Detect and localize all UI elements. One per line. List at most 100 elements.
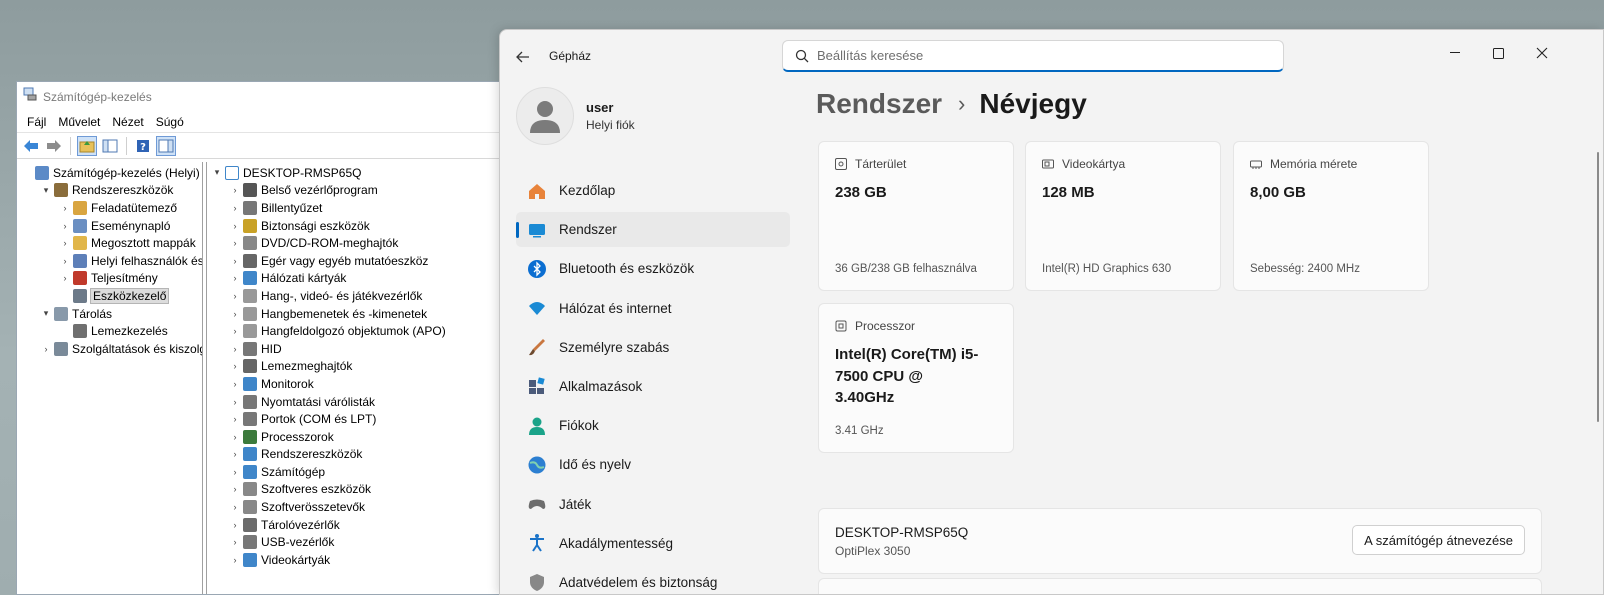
device-category[interactable]: › Lemezmeghajtók [207,358,515,376]
tree-item[interactable]: Eszközkezelő [17,287,202,305]
expand-icon[interactable]: › [229,272,241,284]
device-category[interactable]: › Hálózati kártyák [207,270,515,288]
device-category[interactable]: › Szoftveres eszközök [207,481,515,499]
expand-icon[interactable]: › [229,378,241,390]
expand-icon[interactable]: › [59,202,71,214]
nav-item-bluetooth[interactable]: Bluetooth és eszközök [516,251,790,286]
show-hide-console-tree-icon[interactable] [100,136,120,156]
device-category[interactable]: › USB-vezérlők [207,533,515,551]
expand-icon[interactable]: › [59,220,71,232]
device-category[interactable]: › Billentyűzet [207,199,515,217]
back-arrow-icon[interactable] [21,136,41,156]
user-profile[interactable]: user Helyi fiók [516,87,635,145]
device-category[interactable]: › Rendszereszközök [207,446,515,464]
expand-icon[interactable]: › [229,536,241,548]
device-category[interactable]: › Videokártyák [207,551,515,569]
expand-icon[interactable]: › [229,360,241,372]
up-folder-icon[interactable] [77,135,97,156]
device-category[interactable]: › Szoftverösszetevők [207,498,515,516]
nav-item-shield[interactable]: Adatvédelem és biztonság [516,565,790,594]
settings-titlebar[interactable]: Gépház [500,30,1603,82]
device-category[interactable]: › Monitorok [207,375,515,393]
nav-item-apps[interactable]: Alkalmazások [516,369,790,404]
expand-icon[interactable]: › [229,220,241,232]
expand-icon[interactable]: › [229,290,241,302]
help-icon[interactable]: ? [133,136,153,156]
tree-item[interactable]: ▾ Rendszereszközök [17,182,202,200]
collapse-icon[interactable]: ▾ [211,167,223,179]
mmc-titlebar[interactable]: Számítógép-kezelés [17,82,515,111]
tree-item[interactable]: › Szolgáltatások és kiszolgáló [17,340,202,358]
expand-icon[interactable]: › [229,184,241,196]
device-category[interactable]: › Egér vagy egyéb mutatóeszköz [207,252,515,270]
expand-icon[interactable]: › [229,325,241,337]
expand-icon[interactable]: › [59,255,71,267]
close-button[interactable] [1519,38,1565,68]
device-category[interactable]: › Hang-, videó- és játékvezérlők [207,287,515,305]
device-category[interactable]: › Számítógép [207,463,515,481]
expand-icon[interactable]: › [229,255,241,267]
minimize-button[interactable] [1432,38,1478,68]
forward-arrow-icon[interactable] [44,136,64,156]
tree-item[interactable]: › Eseménynapló [17,217,202,235]
device-category[interactable]: › Portok (COM és LPT) [207,410,515,428]
collapse-icon[interactable]: ▾ [40,308,52,320]
memory-card[interactable]: Memória mérete 8,00 GB Sebesség: 2400 MH… [1233,141,1429,291]
show-hide-action-pane-icon[interactable] [156,135,176,156]
expand-icon[interactable]: › [59,272,71,284]
expand-icon[interactable]: › [229,448,241,460]
nav-item-gamepad[interactable]: Játék [516,487,790,522]
console-tree[interactable]: Számítógép-kezelés (Helyi) ▾ Rendszereszkö… [17,162,203,594]
storage-card[interactable]: Tárterület 238 GB 36 GB/238 GB felhaszná… [818,141,1014,291]
settings-search[interactable] [782,40,1284,72]
scrollbar[interactable] [1597,152,1599,422]
search-input[interactable] [817,48,1257,63]
tree-item[interactable]: › Helyi felhasználók és cs [17,252,202,270]
tree-item[interactable]: › Megosztott mappák [17,234,202,252]
expand-icon[interactable]: › [229,466,241,478]
expand-icon[interactable]: › [59,237,71,249]
processor-card[interactable]: Processzor Intel(R) Core(TM) i5-7500 CPU… [818,303,1014,453]
expand-icon[interactable]: › [229,519,241,531]
maximize-button[interactable] [1475,38,1521,68]
menu-action[interactable]: Művelet [52,115,106,129]
device-category[interactable]: › DVD/CD-ROM-meghajtók [207,234,515,252]
menu-help[interactable]: Súgó [150,115,190,129]
nav-item-home[interactable]: Kezdőlap [516,173,790,208]
expand-icon[interactable]: › [229,343,241,355]
expand-icon[interactable]: › [229,431,241,443]
expand-icon[interactable]: › [229,501,241,513]
nav-item-wifi[interactable]: Hálózat és internet [516,291,790,326]
tree-item[interactable]: Lemezkezelés [17,322,202,340]
collapse-icon[interactable]: ▾ [40,184,52,196]
rename-pc-button[interactable]: A számítógép átnevezése [1352,525,1525,555]
expand-icon[interactable]: › [229,202,241,214]
device-root[interactable]: ▾ DESKTOP-RMSP65Q [207,164,515,182]
expand-icon[interactable]: › [40,343,52,355]
device-category[interactable]: › Hangbemenetek és -kimenetek [207,305,515,323]
device-category[interactable]: › Biztonsági eszközök [207,217,515,235]
device-tree[interactable]: ▾ DESKTOP-RMSP65Q › Belső vezérlőprogram ›… [206,162,515,594]
nav-item-account[interactable]: Fiókok [516,408,790,443]
expand-icon[interactable]: › [229,554,241,566]
menu-file[interactable]: Fájl [21,115,52,129]
expand-icon[interactable]: › [229,483,241,495]
expand-icon[interactable]: › [229,396,241,408]
device-category[interactable]: › HID [207,340,515,358]
device-category[interactable]: › Nyomtatási várólisták [207,393,515,411]
breadcrumb-parent[interactable]: Rendszer [816,88,942,120]
nav-item-globe[interactable]: Idő és nyelv [516,447,790,482]
nav-item-accessibility[interactable]: Akadálymentesség [516,526,790,561]
expand-icon[interactable]: › [229,237,241,249]
expand-icon[interactable]: › [229,308,241,320]
tree-item[interactable]: Számítógép-kezelés (Helyi) [17,164,202,182]
tree-item[interactable]: › Feladatütemező [17,199,202,217]
tree-item[interactable]: ▾ Tárolás [17,305,202,323]
back-button[interactable] [512,46,534,68]
nav-item-system[interactable]: Rendszer [516,212,790,248]
video-card-card[interactable]: Videokártya 128 MB Intel(R) HD Graphics … [1025,141,1221,291]
tree-item[interactable]: › Teljesítmény [17,270,202,288]
menu-view[interactable]: Nézet [106,115,149,129]
device-category[interactable]: › Processzorok [207,428,515,446]
expand-icon[interactable]: › [229,413,241,425]
